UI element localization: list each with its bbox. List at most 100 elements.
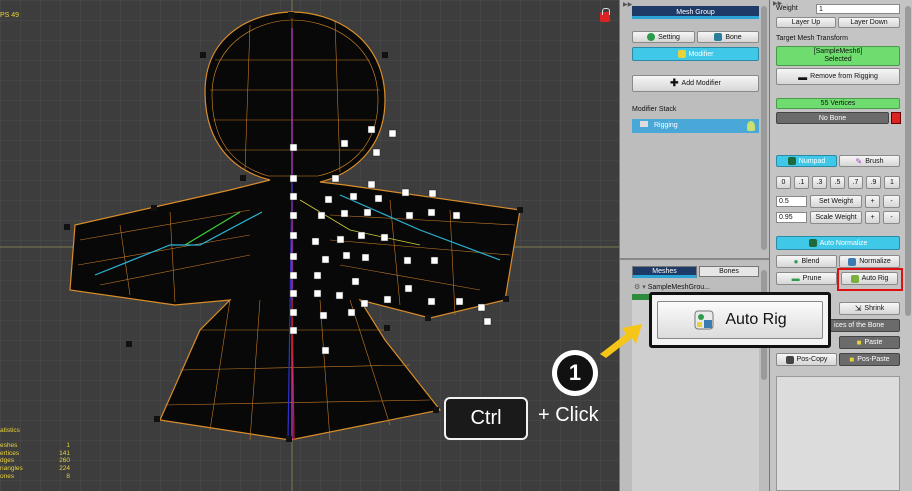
setting-label: Setting: [658, 33, 680, 41]
normalize-icon: [848, 257, 857, 266]
layer-up-button[interactable]: Layer Up: [776, 17, 836, 28]
increase-scale-button[interactable]: +: [865, 211, 880, 224]
auto-normalize-toggle[interactable]: Auto Normalize: [776, 236, 900, 250]
scale-weight-button[interactable]: Scale Weight: [810, 211, 862, 224]
prune-button[interactable]: ▬ Prune: [776, 272, 837, 285]
selected-mesh-name: [SampleMesh6]: [813, 48, 863, 55]
click-hint: + Click: [538, 404, 599, 426]
select-vertices-of-bone-button[interactable]: ices of the Bone: [830, 319, 900, 332]
setting-icon: [647, 33, 656, 41]
fps-counter: PS 49: [0, 12, 20, 19]
weight-label: Weight: [776, 5, 798, 12]
numpad-value-button[interactable]: .3: [812, 176, 827, 189]
brush-button[interactable]: ✎ Brush: [839, 155, 900, 167]
modifier-button[interactable]: Modifier: [632, 47, 759, 61]
rigging-properties-panel: ▶▶ Weight 1 Layer Up Layer Down Target M…: [769, 0, 912, 491]
blend-icon: ●: [793, 257, 799, 266]
layer-down-button[interactable]: Layer Down: [838, 17, 900, 28]
modifier-label: Modifier: [688, 50, 714, 58]
set-weight-button[interactable]: Set Weight: [810, 195, 862, 208]
stat-row: ones 8: [0, 472, 70, 480]
decrease-weight-button[interactable]: -: [883, 195, 900, 208]
vertices-count-badge: 55 Vertices: [776, 98, 900, 109]
statistics-title: atistics: [0, 427, 20, 434]
modifier-icon: [677, 50, 686, 58]
tree-item-mesh-group[interactable]: ⚙ ▾ SampleMeshGrou...: [634, 283, 710, 291]
numpad-value-button[interactable]: .1: [794, 176, 809, 189]
pos-paste-icon: ■: [849, 355, 855, 364]
shrink-icon: ⇲: [854, 304, 862, 313]
prune-label: Prune: [802, 275, 822, 282]
numpad-value-button[interactable]: 0: [776, 176, 791, 189]
bone-button[interactable]: Bone: [697, 31, 759, 43]
blend-button[interactable]: ● Blend: [776, 255, 837, 268]
tab-meshes[interactable]: Meshes: [632, 266, 697, 278]
stat-row: dges 260: [0, 457, 70, 465]
bone-lock-icon[interactable]: [891, 112, 901, 124]
auto-rig-callout-button: Auto Rig: [657, 301, 823, 339]
pos-copy-button[interactable]: Pos-Copy: [776, 353, 837, 366]
scale-weight-input[interactable]: 0.95: [776, 212, 807, 223]
remove-from-rigging-button[interactable]: ▬ Remove from Rigging: [776, 68, 900, 85]
auto-rig-large-icon: [693, 309, 715, 331]
highlight-box: [837, 268, 903, 291]
auto-rig-callout-label: Auto Rig: [725, 311, 787, 328]
pos-paste-label: Pos-Paste: [857, 356, 890, 363]
pos-paste-button[interactable]: ■ Pos-Paste: [839, 353, 900, 366]
collapse-icon[interactable]: ▶▶: [623, 1, 632, 8]
paste-label: Paste: [864, 339, 883, 346]
numpad-value-button[interactable]: .7: [848, 176, 863, 189]
scrollbar[interactable]: [761, 6, 767, 250]
add-modifier-label: Add Modifier: [681, 80, 721, 87]
statistics-panel: atistics eshes 1 ertices 141 dges 260 riang…: [0, 427, 70, 481]
stat-row: riangles 224: [0, 465, 70, 473]
step-number: 1: [557, 355, 593, 391]
setting-button[interactable]: Setting: [632, 31, 695, 43]
modifier-stack-label: Modifier Stack: [632, 106, 677, 113]
pos-copy-label: Pos-Copy: [796, 356, 828, 363]
ctrl-key-hint: Ctrl: [444, 397, 528, 440]
numpad-icon: [787, 157, 796, 165]
set-weight-input[interactable]: 0.5: [776, 196, 807, 207]
step-number-badge: 1: [552, 350, 598, 396]
target-mesh-label: Target Mesh Transform: [776, 35, 848, 42]
mesh-group-panel: ▶▶ Mesh Group Setting Bone Modifier ✚ Ad…: [619, 0, 770, 491]
no-bone-badge: No Bone: [776, 112, 889, 124]
lightbulb-icon[interactable]: [747, 121, 755, 131]
tab-bones[interactable]: Bones: [699, 266, 759, 277]
tree-icon: ⚙ ▾: [634, 284, 646, 291]
callout-arrow-icon: [600, 324, 642, 358]
weight-field[interactable]: 1: [816, 4, 900, 14]
stack-item-label: Rigging: [653, 122, 678, 129]
numpad-button[interactable]: Numpad: [776, 155, 837, 167]
lock-icon[interactable]: [600, 8, 610, 22]
numpad-value-button[interactable]: .9: [866, 176, 881, 189]
panel-header: Mesh Group: [632, 6, 759, 19]
auto-rig-callout: Auto Rig: [649, 292, 831, 348]
numpad-value-button[interactable]: 1: [884, 176, 900, 189]
tree-item-label: SampleMeshGrou...: [647, 284, 710, 291]
shrink-button[interactable]: ⇲ Shrink: [839, 302, 900, 315]
scrollbar[interactable]: [905, 6, 911, 316]
pos-copy-icon: [785, 355, 794, 364]
selected-mesh-badge: [SampleMesh6] Selected: [776, 46, 900, 66]
info-area: [776, 376, 900, 491]
decrease-scale-button[interactable]: -: [883, 211, 900, 224]
brush-label: Brush: [865, 157, 884, 165]
paste-button[interactable]: ■ Paste: [839, 336, 900, 349]
bone-icon: [714, 33, 723, 41]
rigging-icon: [640, 121, 648, 127]
add-modifier-button[interactable]: ✚ Add Modifier: [632, 75, 759, 92]
increase-weight-button[interactable]: +: [865, 195, 880, 208]
paste-icon: ■: [856, 338, 862, 347]
selected-mesh-status: Selected: [824, 56, 852, 63]
numpad-value-button[interactable]: .5: [830, 176, 845, 189]
brush-icon: ✎: [855, 156, 863, 166]
auto-normalize-icon: [808, 239, 817, 247]
auto-normalize-label: Auto Normalize: [819, 239, 868, 247]
shrink-label: Shrink: [864, 305, 885, 312]
stack-item-rigging[interactable]: Rigging: [632, 119, 759, 133]
normalize-button[interactable]: Normalize: [839, 255, 900, 268]
bone-label: Bone: [725, 33, 742, 41]
prune-icon: ▬: [791, 274, 800, 283]
